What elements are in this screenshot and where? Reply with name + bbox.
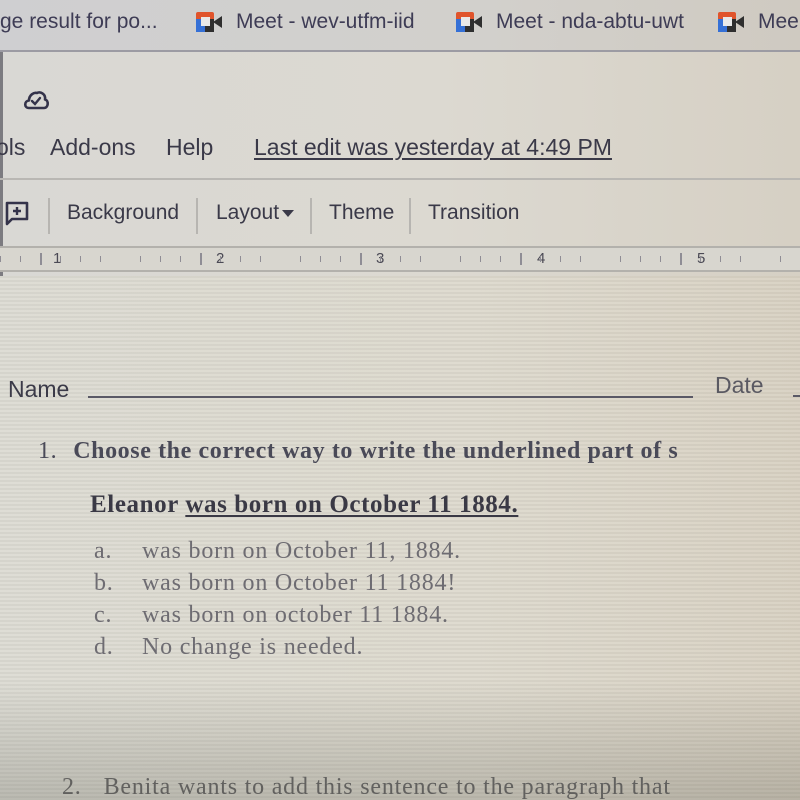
ruler-tick [80, 256, 81, 262]
ruler-tick [220, 256, 221, 262]
ruler-tick [320, 256, 321, 262]
ruler-tick [640, 256, 641, 262]
menu-help[interactable]: Help [166, 134, 213, 161]
ruler-tick [720, 256, 721, 262]
name-blank-line [88, 396, 693, 398]
photo-shadow [0, 680, 800, 800]
ruler-tick [60, 256, 61, 262]
bookmark-label: Meet - nda-abtu-uwt [496, 10, 684, 33]
choice-c: c. was born on october 11 1884. [94, 602, 461, 634]
choice-text: was born on October 11, 1884. [142, 538, 461, 564]
sentence-text: Eleanor [90, 491, 186, 518]
date-blank-line [793, 395, 800, 397]
ruler-tick [300, 256, 301, 262]
choice-a: a. was born on October 11, 1884. [94, 538, 461, 570]
ruler-label: 4 [537, 250, 546, 267]
bookmarks-bar: ge result for po... Meet - wev-utfm-iid … [0, 0, 800, 52]
ruler-half-tick [200, 253, 202, 265]
ruler-half-tick [680, 253, 682, 265]
bookmark-label: ge result for po... [0, 10, 158, 33]
ruler-tick [380, 256, 381, 262]
ruler[interactable]: 1 2 3 4 5 [0, 246, 800, 272]
ruler-tick [260, 256, 261, 262]
underlined-part: was born on October 11 1884. [185, 491, 519, 518]
menubar-divider [0, 178, 800, 180]
answer-choices: a. was born on October 11, 1884. b. was … [94, 538, 461, 666]
last-edit-link[interactable]: Last edit was yesterday at 4:49 PM [254, 134, 612, 161]
bookmark-meet-3[interactable]: Mee [718, 10, 799, 34]
bookmark-label: Meet - wev-utfm-iid [236, 10, 415, 33]
slide-canvas[interactable]: Name Date 1. Choose the correct way to wr… [0, 276, 800, 800]
caret-down-icon [282, 209, 295, 217]
google-meet-icon [718, 12, 744, 32]
ruler-tick [140, 256, 141, 262]
choice-letter: d. [94, 634, 114, 660]
google-meet-icon [196, 12, 222, 32]
toolbar-separator [409, 198, 411, 234]
transition-button[interactable]: Transition [428, 201, 519, 225]
choice-text: was born on october 11 1884. [142, 602, 449, 628]
bookmark-image-result[interactable]: ge result for po... [0, 10, 158, 34]
ruler-tick [460, 256, 461, 262]
ruler-tick [240, 256, 241, 262]
toolbar-separator [48, 198, 50, 234]
ruler-tick [20, 256, 21, 262]
toolbar: Background Layout Theme Transition [0, 190, 800, 240]
add-comment-icon[interactable] [4, 200, 30, 226]
ruler-tick [580, 256, 581, 262]
ruler-tick [500, 256, 501, 262]
ruler-tick [620, 256, 621, 262]
date-label: Date [715, 372, 764, 398]
ruler-tick [180, 256, 181, 262]
menu-bar: ols Add-ons Help Last edit was yesterday… [0, 130, 800, 166]
ruler-tick [780, 256, 781, 262]
bookmark-meet-1[interactable]: Meet - wev-utfm-iid [196, 10, 415, 34]
question-1: 1. Choose the correct way to write the un… [38, 438, 678, 465]
ruler-half-tick [40, 253, 42, 265]
bookmark-label: Mee [758, 10, 799, 33]
choice-letter: c. [94, 602, 113, 628]
menu-tools[interactable]: ols [0, 134, 25, 161]
question-number: 1. [38, 438, 58, 464]
background-button[interactable]: Background [67, 201, 179, 225]
ruler-half-tick [520, 253, 522, 265]
ruler-half-tick [360, 253, 362, 265]
ruler-tick [420, 256, 421, 262]
cloud-saved-icon[interactable] [22, 88, 50, 112]
ruler-tick [160, 256, 161, 262]
toolbar-separator [196, 198, 198, 234]
question-1-sentence: Eleanor was born on October 11 1884. [90, 491, 518, 519]
screen: ge result for po... Meet - wev-utfm-iid … [0, 0, 800, 800]
choice-text: was born on October 11 1884! [142, 570, 457, 596]
choice-text: No change is needed. [142, 634, 364, 660]
ruler-tick [0, 256, 1, 262]
ruler-tick [700, 256, 701, 262]
menu-add-ons[interactable]: Add-ons [50, 134, 136, 161]
theme-button[interactable]: Theme [329, 201, 394, 225]
toolbar-separator [310, 198, 312, 234]
choice-d: d. No change is needed. [94, 634, 461, 666]
ruler-tick [340, 256, 341, 262]
ruler-label: 5 [697, 250, 706, 267]
choice-letter: a. [94, 538, 113, 564]
choice-letter: b. [94, 570, 114, 596]
ruler-tick [480, 256, 481, 262]
ruler-tick [560, 256, 561, 262]
layout-dropdown[interactable]: Layout [216, 201, 295, 225]
bookmark-meet-2[interactable]: Meet - nda-abtu-uwt [456, 10, 684, 34]
name-label: Name [8, 376, 70, 402]
ruler-tick [740, 256, 741, 262]
ruler-tick [540, 256, 541, 262]
ruler-tick [100, 256, 101, 262]
ruler-tick [400, 256, 401, 262]
google-meet-icon [456, 12, 482, 32]
question-prompt: Choose the correct way to write the unde… [73, 438, 679, 464]
layout-label: Layout [216, 201, 280, 224]
ruler-tick [660, 256, 661, 262]
choice-b: b. was born on October 11 1884! [94, 570, 461, 602]
